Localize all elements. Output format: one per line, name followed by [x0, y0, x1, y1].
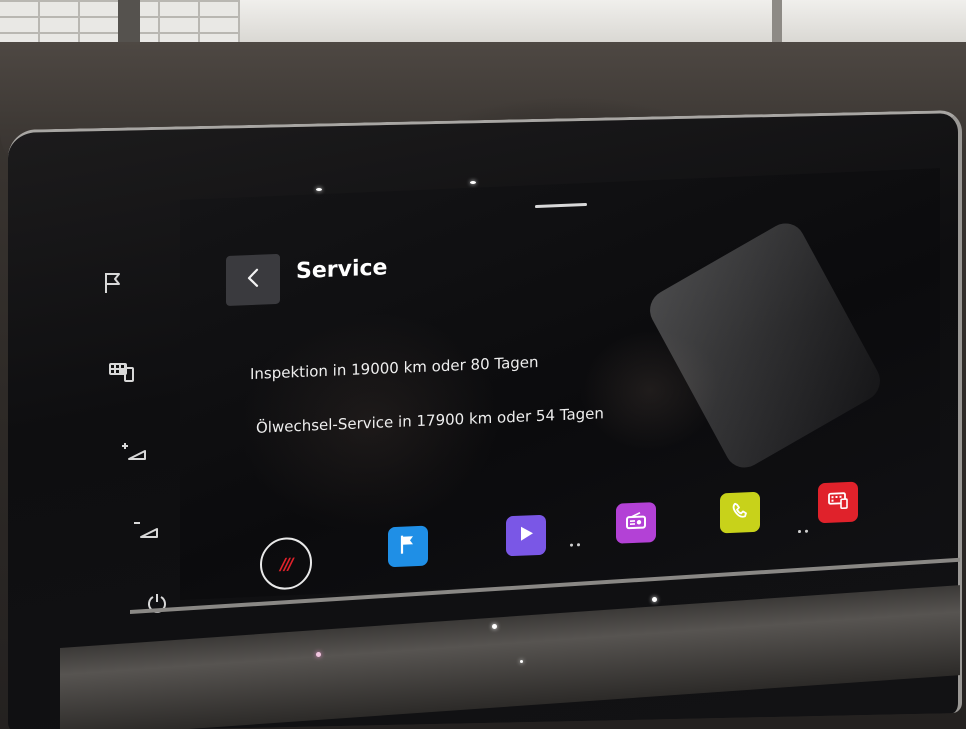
app-media[interactable]	[506, 514, 546, 557]
sensor-light	[316, 652, 321, 657]
sensor-light	[492, 624, 497, 629]
page-indicator	[570, 543, 580, 547]
car-menu-icon	[827, 490, 849, 515]
menu-key[interactable]	[103, 353, 139, 389]
wall-post	[772, 0, 782, 48]
sensor-light	[520, 660, 523, 663]
pull-down-handle[interactable]	[535, 202, 587, 209]
phone-icon	[730, 500, 750, 525]
navigation-key[interactable]	[95, 265, 131, 301]
infotainment-screen: Service Inspektion in 19000 km oder 80 T…	[180, 168, 940, 601]
sensor-light	[470, 181, 476, 184]
radio-icon	[625, 511, 647, 534]
wall-post	[118, 0, 140, 48]
photo-scene: Service Inspektion in 19000 km oder 80 T…	[0, 0, 966, 729]
volume-up-icon	[121, 439, 149, 463]
flag-icon	[102, 271, 124, 295]
grid-menu-icon	[107, 359, 135, 383]
page-indicator	[798, 529, 808, 534]
app-radio[interactable]	[616, 502, 656, 544]
page-title: Service	[296, 255, 388, 285]
chevron-left-icon	[246, 268, 260, 293]
app-navigation[interactable]	[388, 525, 428, 568]
volume-down-key[interactable]	[129, 511, 165, 547]
flag-icon	[398, 533, 418, 560]
side-keys	[95, 265, 166, 625]
home-logo-icon: ///	[280, 553, 292, 574]
app-phone[interactable]	[720, 491, 760, 534]
sensor-light	[652, 597, 657, 602]
back-button[interactable]	[226, 253, 280, 307]
volume-down-icon	[133, 517, 161, 541]
app-car-settings[interactable]	[818, 481, 858, 524]
play-icon	[517, 524, 535, 547]
sensor-light	[316, 188, 322, 191]
power-key[interactable]	[139, 585, 175, 621]
home-button[interactable]: ///	[260, 536, 312, 591]
volume-up-key[interactable]	[117, 433, 153, 469]
